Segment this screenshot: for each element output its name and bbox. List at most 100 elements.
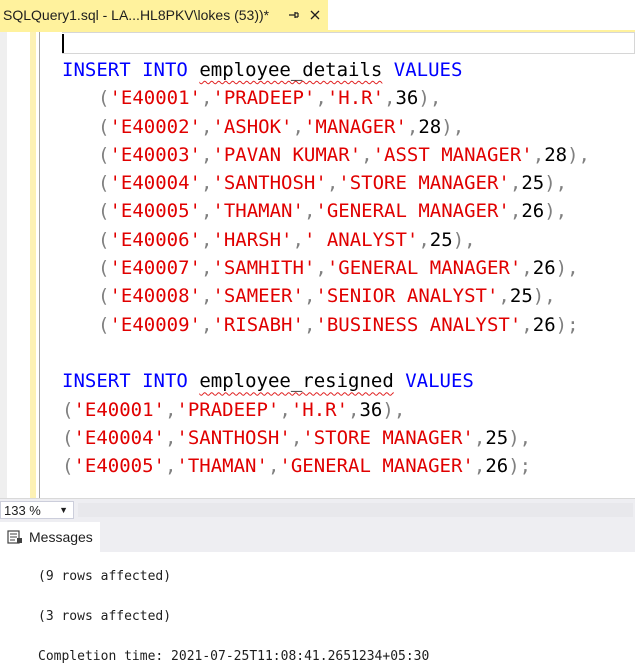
horizontal-scrollbar[interactable] bbox=[78, 503, 633, 517]
close-icon[interactable] bbox=[304, 4, 326, 26]
code-line[interactable]: ('E40006','HARSH',' ANALYST',25), bbox=[62, 226, 590, 254]
sql-token: ); bbox=[508, 455, 532, 478]
sql-token: , bbox=[200, 285, 213, 308]
editor-status-bar: 133 % ▼ bbox=[0, 498, 635, 522]
sql-token: ), bbox=[544, 172, 568, 195]
message-line: (9 rows affected) bbox=[38, 569, 172, 584]
document-tab[interactable]: SQLQuery1.sql - LA...HL8PKV\lokes (53))* bbox=[0, 0, 328, 30]
code-line[interactable]: ('E40005','THAMAN','GENERAL MANAGER',26)… bbox=[62, 197, 590, 225]
sql-token: , bbox=[200, 143, 213, 166]
sql-string: 'GENERAL MANAGER' bbox=[326, 257, 522, 280]
code-line[interactable]: ('E40001','PRADEEP','H.R',36), bbox=[62, 396, 590, 424]
sql-token: ), bbox=[544, 200, 568, 223]
sql-number: 28 bbox=[418, 115, 442, 138]
sql-string: 'PRADEEP' bbox=[212, 87, 316, 110]
sql-string: 'ASHOK' bbox=[212, 115, 293, 138]
sql-token: , bbox=[303, 313, 316, 336]
sql-token: , bbox=[406, 115, 419, 138]
sql-token: , bbox=[303, 200, 316, 223]
sql-token: , bbox=[164, 398, 177, 421]
sql-token: , bbox=[290, 426, 303, 449]
sql-string: 'HARSH' bbox=[212, 228, 293, 251]
sql-token: , bbox=[348, 398, 360, 421]
code-lines[interactable]: INSERT INTO employee_details VALUES ('E40… bbox=[62, 56, 590, 480]
zoom-dropdown[interactable]: 133 % ▼ bbox=[0, 501, 74, 519]
chevron-down-icon[interactable]: ▼ bbox=[59, 505, 68, 515]
code-line[interactable]: INSERT INTO employee_resigned VALUES bbox=[62, 367, 590, 395]
code-line[interactable]: ('E40007','SAMHITH','GENERAL MANAGER',26… bbox=[62, 254, 590, 282]
sql-number: 25 bbox=[429, 228, 453, 251]
sql-token: , bbox=[279, 398, 291, 421]
sql-string: 'GENERAL MANAGER' bbox=[315, 200, 510, 223]
sql-token: , bbox=[200, 115, 213, 138]
code-line[interactable]: ('E40004','SANTHOSH','STORE MANAGER',25)… bbox=[62, 169, 590, 197]
sql-string: 'E40006' bbox=[109, 228, 201, 251]
code-line[interactable]: ('E40002','ASHOK','MANAGER',28), bbox=[62, 113, 590, 141]
sql-string: 'SANTHOSH' bbox=[212, 172, 327, 195]
sql-token: ( bbox=[98, 200, 110, 223]
sql-identifier: employee_resigned bbox=[199, 370, 394, 393]
sql-keyword: VALUES bbox=[405, 370, 474, 393]
code-line[interactable] bbox=[62, 339, 590, 367]
sql-token: ); bbox=[555, 313, 579, 336]
messages-output[interactable]: (9 rows affected) (3 rows affected) Comp… bbox=[0, 552, 635, 670]
sql-token: , bbox=[326, 172, 339, 195]
sql-number: 36 bbox=[395, 87, 419, 110]
sql-token: ( bbox=[62, 426, 74, 449]
tab-messages[interactable]: Messages bbox=[0, 522, 100, 552]
sql-string: 'E40004' bbox=[109, 172, 201, 195]
sql-token: ), bbox=[532, 285, 556, 308]
sql-token: ( bbox=[98, 172, 110, 195]
code-line[interactable]: ('E40003','PAVAN KUMAR','ASST MANAGER',2… bbox=[62, 141, 590, 169]
sql-token: ( bbox=[62, 398, 74, 421]
code-line[interactable]: ('E40009','RISABH','BUSINESS ANALYST',26… bbox=[62, 311, 590, 339]
sql-string: ' ANALYST' bbox=[303, 228, 419, 251]
document-tab-title: SQLQuery1.sql - LA...HL8PKV\lokes (53))* bbox=[3, 7, 270, 23]
code-line[interactable]: ('E40008','SAMEER','SENIOR ANALYST',25), bbox=[62, 282, 590, 310]
sql-token: ), bbox=[567, 143, 590, 166]
sql-string: 'E40001' bbox=[109, 87, 201, 110]
sql-number: 28 bbox=[544, 143, 568, 166]
sql-token: , bbox=[164, 455, 177, 478]
sql-string: 'E40004' bbox=[73, 426, 165, 449]
sql-token: , bbox=[292, 115, 304, 138]
sql-number: 25 bbox=[509, 285, 533, 308]
sql-token: ( bbox=[98, 257, 110, 280]
sql-string: 'SANTHOSH' bbox=[176, 426, 291, 449]
code-line[interactable]: ('E40005','THAMAN','GENERAL MANAGER',26)… bbox=[62, 452, 590, 480]
text-caret bbox=[62, 34, 64, 53]
sql-keyword: INSERT bbox=[62, 370, 131, 393]
code-line[interactable]: INSERT INTO employee_details VALUES bbox=[62, 56, 590, 84]
sql-string: 'H.R' bbox=[290, 398, 349, 421]
sql-token: , bbox=[200, 87, 213, 110]
code-line[interactable]: ('E40004','SANTHOSH','STORE MANAGER',25)… bbox=[62, 424, 590, 452]
sql-keyword: INTO bbox=[142, 59, 188, 81]
outline-fold-line bbox=[39, 32, 40, 498]
sql-string: 'STORE MANAGER' bbox=[302, 426, 474, 449]
sql-string: 'THAMAN' bbox=[176, 455, 268, 478]
sql-token: , bbox=[532, 143, 545, 166]
sql-token: ), bbox=[441, 115, 465, 138]
sql-token: , bbox=[384, 87, 396, 110]
query-editor[interactable]: INSERT INTO employee_details VALUES ('E40… bbox=[0, 32, 635, 498]
sql-token: , bbox=[200, 257, 213, 280]
code-line[interactable]: ('E40001','PRADEEP','H.R',36), bbox=[62, 84, 590, 112]
sql-token: ( bbox=[62, 455, 74, 478]
sql-string: 'ASST MANAGER' bbox=[372, 143, 533, 166]
sql-keyword: VALUES bbox=[393, 59, 463, 81]
pin-icon[interactable] bbox=[282, 4, 304, 26]
sql-token: , bbox=[473, 426, 486, 449]
sql-token: ), bbox=[452, 228, 476, 251]
sql-string: 'E40003' bbox=[109, 143, 201, 166]
sql-string: 'SENIOR ANALYST' bbox=[315, 285, 499, 308]
sql-token: ( bbox=[98, 143, 110, 166]
sql-token: , bbox=[498, 285, 510, 308]
sql-token: , bbox=[315, 257, 327, 280]
completion-time-line: Completion time: 2021-07-25T11:08:41.265… bbox=[38, 649, 430, 664]
sql-token: ( bbox=[98, 228, 110, 251]
results-tab-strip: Messages bbox=[0, 522, 635, 552]
